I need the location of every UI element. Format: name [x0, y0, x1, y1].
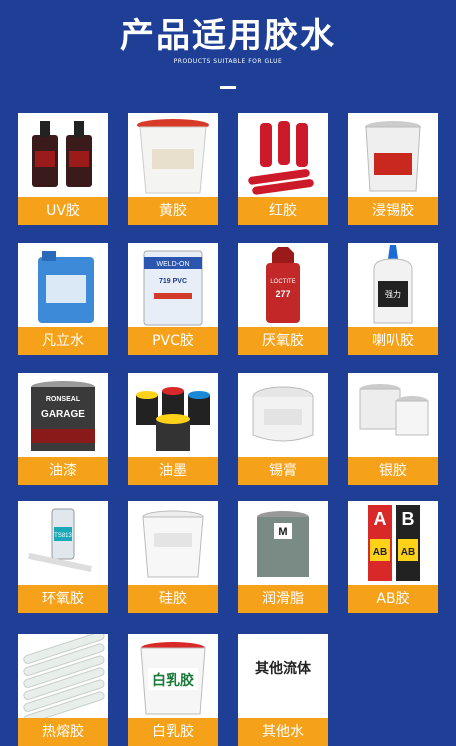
- product-label: AB胶: [348, 585, 438, 613]
- product-label: UV胶: [18, 197, 108, 225]
- product-card-silicone[interactable]: 硅胶: [128, 501, 218, 613]
- anaerobic-bottle-model: 277: [275, 289, 290, 299]
- product-card-other[interactable]: 其他流体 其他水: [238, 634, 328, 746]
- anaerobic-glue-bottle-image: LOCTITE 277: [238, 243, 328, 327]
- silicone-bucket-image: [128, 501, 218, 585]
- product-card-paint[interactable]: RONSEAL GARAGE 油漆: [18, 373, 108, 485]
- product-label: 其他水: [238, 718, 328, 746]
- speaker-bottle-text: 强力: [385, 289, 401, 299]
- product-card-pvc-glue[interactable]: WELD-ON 719 PVC PVC胶: [128, 243, 218, 355]
- product-card-speaker-glue[interactable]: 强力 喇叭胶: [348, 243, 438, 355]
- product-label: PVC胶: [128, 327, 218, 355]
- product-label: 油漆: [18, 457, 108, 485]
- hot-melt-sticks-image: [18, 634, 108, 718]
- product-card-solder-paste[interactable]: 锡膏: [238, 373, 328, 485]
- product-card-anaerobic[interactable]: LOCTITE 277 厌氧胶: [238, 243, 328, 355]
- product-label: 浸锡胶: [348, 197, 438, 225]
- paint-can-brand: RONSEAL: [46, 396, 81, 403]
- product-label: 白乳胶: [128, 718, 218, 746]
- ink-cans-image: [128, 373, 218, 457]
- product-card-ink[interactable]: 油墨: [128, 373, 218, 485]
- ab-pack-b-letter: B: [402, 509, 415, 529]
- paint-can-image: RONSEAL GARAGE: [18, 373, 108, 457]
- varnish-canister-image: [18, 243, 108, 327]
- product-card-ab-glue[interactable]: A AB B AB AB胶: [348, 501, 438, 613]
- product-card-silver-glue[interactable]: 银胶: [348, 373, 438, 485]
- product-card-grease[interactable]: M 润滑脂: [238, 501, 328, 613]
- pvc-glue-can-image: WELD-ON 719 PVC: [128, 243, 218, 327]
- product-label: 黄胶: [128, 197, 218, 225]
- epoxy-cartridge-text: TS813: [54, 533, 72, 539]
- product-label: 厌氧胶: [238, 327, 328, 355]
- pvc-can-brand: WELD-ON: [156, 261, 189, 268]
- anaerobic-bottle-brand: LOCTITE: [270, 279, 295, 285]
- title-divider: [220, 86, 236, 89]
- other-tile-text: 其他流体: [255, 661, 311, 677]
- product-label: 环氧胶: [18, 585, 108, 613]
- latex-bucket-text: 白乳胶: [152, 672, 194, 689]
- red-glue-syringes-image: [238, 113, 328, 197]
- ab-pack-a-letter: A: [374, 509, 387, 529]
- ab-pack-a-text: AB: [373, 547, 387, 558]
- product-label: 油墨: [128, 457, 218, 485]
- tin-dipping-glue-bucket-image: [348, 113, 438, 197]
- ab-pack-b-text: AB: [401, 547, 415, 558]
- product-card-epoxy[interactable]: TS813 环氧胶: [18, 501, 108, 613]
- solder-paste-jar-image: [238, 373, 328, 457]
- product-label: 红胶: [238, 197, 328, 225]
- page-title: 产品适用胶水: [120, 16, 336, 56]
- product-label: 热熔胶: [18, 718, 108, 746]
- product-card-red-glue[interactable]: 红胶: [238, 113, 328, 225]
- product-card-tin-dipping[interactable]: 浸锡胶: [348, 113, 438, 225]
- pvc-can-model: 719 PVC: [159, 278, 187, 285]
- product-label: 润滑脂: [238, 585, 328, 613]
- product-label: 硅胶: [128, 585, 218, 613]
- white-latex-bucket-image: 白乳胶: [128, 634, 218, 718]
- product-card-white-latex[interactable]: 白乳胶 白乳胶: [128, 634, 218, 746]
- grease-can-image: M: [238, 501, 328, 585]
- product-card-hot-melt[interactable]: 热熔胶: [18, 634, 108, 746]
- product-label: 锡膏: [238, 457, 328, 485]
- silver-glue-jars-image: [348, 373, 438, 457]
- product-card-varnish[interactable]: 凡立水: [18, 243, 108, 355]
- product-label: 喇叭胶: [348, 327, 438, 355]
- product-card-yellow-glue[interactable]: 黄胶: [128, 113, 218, 225]
- other-text-tile: 其他流体: [238, 634, 328, 718]
- product-label: 银胶: [348, 457, 438, 485]
- product-label: 凡立水: [18, 327, 108, 355]
- page-subtitle: PRODUCTS SUITABLE FOR GLUE: [173, 58, 283, 65]
- product-card-uv[interactable]: UV胶: [18, 113, 108, 225]
- paint-can-name: GARAGE: [41, 409, 85, 420]
- epoxy-cartridge-image: TS813: [18, 501, 108, 585]
- yellow-glue-bucket-image: [128, 113, 218, 197]
- ab-glue-packs-image: A AB B AB: [348, 501, 438, 585]
- grease-can-letter: M: [278, 526, 287, 538]
- uv-glue-bottles-image: [18, 113, 108, 197]
- speaker-glue-bottle-image: 强力: [348, 243, 438, 327]
